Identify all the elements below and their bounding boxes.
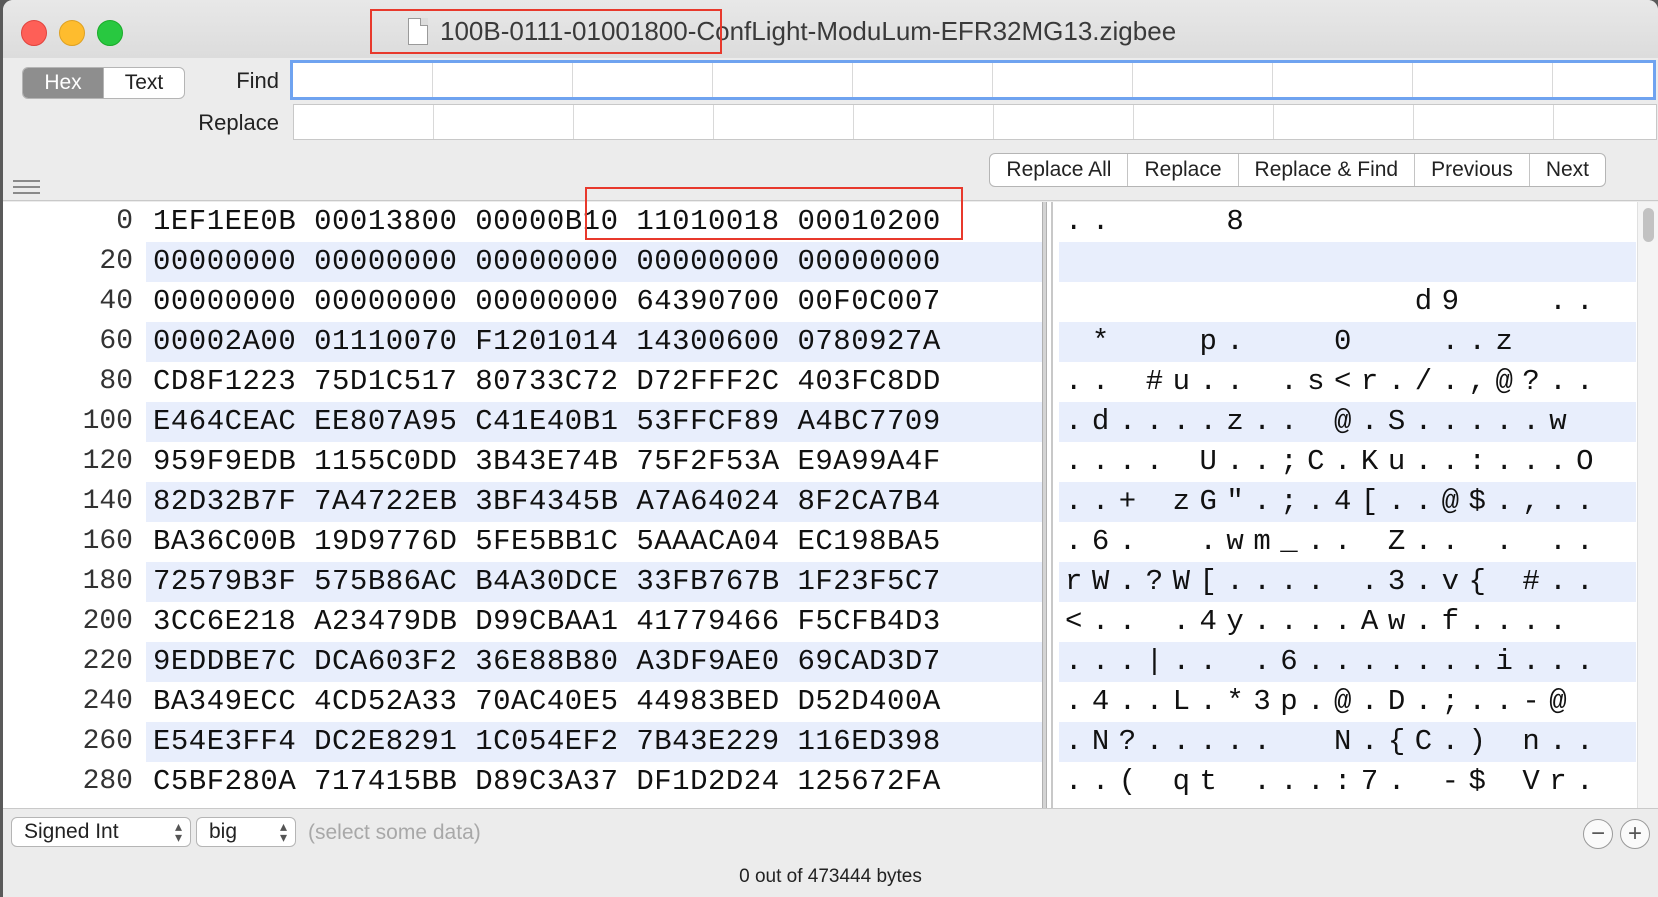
- minus-icon: −: [1590, 820, 1605, 847]
- hex-row[interactable]: 240 BA349ECC 4CD52A33 70AC40E5 44983BED D…: [3, 682, 1658, 722]
- status-bar-text: 0 out of 473444 bytes: [739, 866, 922, 887]
- row-offset: 100: [82, 406, 133, 437]
- row-offset: 140: [82, 486, 133, 517]
- row-offset: 60: [99, 326, 133, 357]
- row-offset: 200: [82, 606, 133, 637]
- row-ascii[interactable]: .N?..... N.{C.) n..: [1065, 722, 1603, 762]
- row-offset: 280: [82, 766, 133, 797]
- hex-row[interactable]: 140 82D32B7F 7A4722EB 3BF4345B A7A64024 8…: [3, 482, 1658, 522]
- hex-row[interactable]: 260 E54E3FF4 DC2E8291 1C054EF2 7B43E229 1…: [3, 722, 1658, 762]
- mode-text-button[interactable]: Text: [103, 68, 184, 98]
- row-hex-bytes[interactable]: 82D32B7F 7A4722EB 3BF4345B A7A64024 8F2C…: [153, 482, 941, 522]
- plus-icon: +: [1627, 820, 1642, 847]
- find-label: Find: [236, 68, 279, 93]
- row-offset: 260: [82, 726, 133, 757]
- hex-view[interactable]: 0 1EF1EE0B 00013800 00000B10 11010018 000…: [3, 202, 1658, 808]
- row-ascii[interactable]: .d....z.. @.S.....w: [1065, 402, 1576, 442]
- zoom-window-button[interactable]: [97, 20, 123, 46]
- row-hex-bytes[interactable]: 00002A00 01110070 F1201014 14300600 0780…: [153, 322, 941, 362]
- row-hex-bytes[interactable]: 72579B3F 575B86AC B4A30DCE 33FB767B 1F23…: [153, 562, 941, 602]
- chevron-updown-icon: ▴ ▾: [174, 818, 182, 845]
- row-ascii[interactable]: ..( qt ...:7. -$ Vr.: [1065, 762, 1603, 802]
- row-hex-bytes[interactable]: CD8F1223 75D1C517 80733C72 D72FFF2C 403F…: [153, 362, 941, 402]
- row-ascii[interactable]: ..+ zG".;.4[..@$.,..: [1065, 482, 1603, 522]
- replace-all-button[interactable]: Replace All: [990, 154, 1127, 186]
- row-offset: 80: [99, 366, 133, 397]
- row-ascii[interactable]: ...|.. .6.......i...: [1065, 642, 1603, 682]
- resize-grip-icon[interactable]: [13, 180, 40, 198]
- row-ascii[interactable]: .4..L.*3p.@.D.;..-@: [1065, 682, 1576, 722]
- column-splitter[interactable]: [1042, 202, 1047, 808]
- hex-row[interactable]: 180 72579B3F 575B86AC B4A30DCE 33FB767B 1…: [3, 562, 1658, 602]
- find-field[interactable]: [290, 60, 1657, 100]
- data-inspector-hint: (select some data): [308, 821, 481, 844]
- row-hex-bytes[interactable]: E54E3FF4 DC2E8291 1C054EF2 7B43E229 116E…: [153, 722, 941, 762]
- row-hex-bytes[interactable]: BA36C00B 19D9776D 5FE5BB1C 5AAACA04 EC19…: [153, 522, 941, 562]
- row-ascii[interactable]: d9 ..: [1065, 282, 1603, 322]
- hex-row[interactable]: 20 00000000 00000000 00000000 00000000 00…: [3, 242, 1658, 282]
- hex-text-mode-toggle[interactable]: Hex Text: [22, 67, 185, 99]
- hex-row[interactable]: 80 CD8F1223 75D1C517 80733C72 D72FFF2C 40…: [3, 362, 1658, 402]
- row-ascii[interactable]: .... U..;C.Ku..:...O: [1065, 442, 1603, 482]
- hex-row[interactable]: 120 959F9EDB 1155C0DD 3B43E74B 75F2F53A E…: [3, 442, 1658, 482]
- hex-row[interactable]: 60 00002A00 01110070 F1201014 14300600 07…: [3, 322, 1658, 362]
- row-hex-bytes[interactable]: C5BF280A 717415BB D89C3A37 DF1D2D24 1256…: [153, 762, 941, 802]
- row-ascii[interactable]: .. 8: [1065, 202, 1253, 242]
- hex-row[interactable]: 220 9EDDBE7C DCA603F2 36E88B80 A3DF9AE0 6…: [3, 642, 1658, 682]
- bytes-highlight-box: [585, 187, 963, 240]
- replace-label: Replace: [198, 110, 279, 135]
- filename-highlight-box: [370, 9, 722, 54]
- find-input[interactable]: [293, 63, 1657, 99]
- row-offset: 220: [82, 646, 133, 677]
- row-hex-bytes[interactable]: E464CEAC EE807A95 C41E40B1 53FFCF89 A4BC…: [153, 402, 941, 442]
- replace-field[interactable]: [293, 104, 1658, 141]
- hex-row[interactable]: 160 BA36C00B 19D9776D 5FE5BB1C 5AAACA04 E…: [3, 522, 1658, 562]
- row-hex-bytes[interactable]: 9EDDBE7C DCA603F2 36E88B80 A3DF9AE0 69CA…: [153, 642, 941, 682]
- hex-fiend-window: 100B-0111-01001800-ConfLight-ModuLum-EFR…: [3, 0, 1658, 897]
- replace-button[interactable]: Replace: [1127, 154, 1237, 186]
- previous-button[interactable]: Previous: [1414, 154, 1529, 186]
- row-ascii[interactable]: .. #u.. .s<r./.,@?..: [1065, 362, 1603, 402]
- close-window-button[interactable]: [21, 20, 47, 46]
- endian-value: big: [209, 820, 238, 843]
- row-ascii[interactable]: .6. .wm_.. Z.. . ..: [1065, 522, 1603, 562]
- row-ascii[interactable]: rW.?W[.... .3.v{ #..: [1065, 562, 1603, 602]
- row-offset: 120: [82, 446, 133, 477]
- endian-select[interactable]: big ▴ ▾: [196, 817, 296, 847]
- replace-and-find-button[interactable]: Replace & Find: [1237, 154, 1415, 186]
- hex-row[interactable]: 100 E464CEAC EE807A95 C41E40B1 53FFCF89 A…: [3, 402, 1658, 442]
- row-offset: 160: [82, 526, 133, 557]
- title-bar: 100B-0111-01001800-ConfLight-ModuLum-EFR…: [3, 0, 1658, 58]
- hex-row[interactable]: 280 C5BF280A 717415BB D89C3A37 DF1D2D24 1…: [3, 762, 1658, 802]
- row-offset: 180: [82, 566, 133, 597]
- add-inspector-button[interactable]: +: [1620, 819, 1650, 849]
- bottom-bar: Signed Int ▴ ▾ big ▴ ▾ (select some data) …: [3, 808, 1658, 897]
- minimize-window-button[interactable]: [59, 20, 85, 46]
- mode-hex-button[interactable]: Hex: [23, 68, 103, 98]
- row-hex-bytes[interactable]: 00000000 00000000 00000000 64390700 00F0…: [153, 282, 941, 322]
- find-replace-buttons: Replace All Replace Replace & Find Previ…: [989, 153, 1606, 187]
- data-type-value: Signed Int: [24, 820, 119, 843]
- row-offset: 0: [116, 206, 133, 237]
- remove-inspector-button[interactable]: −: [1583, 819, 1613, 849]
- row-offset: 240: [82, 686, 133, 717]
- column-divider: [1051, 202, 1053, 808]
- row-hex-bytes[interactable]: 959F9EDB 1155C0DD 3B43E74B 75F2F53A E9A9…: [153, 442, 941, 482]
- next-button[interactable]: Next: [1528, 154, 1605, 186]
- scrollbar-thumb[interactable]: [1643, 208, 1654, 242]
- row-ascii[interactable]: * p. 0 ..z: [1065, 322, 1522, 362]
- row-offset: 20: [99, 246, 133, 277]
- ascii-row-bg: [1059, 242, 1636, 282]
- row-ascii[interactable]: <.. .4y....Aw.f....: [1065, 602, 1576, 642]
- hex-row[interactable]: 40 00000000 00000000 00000000 64390700 00…: [3, 282, 1658, 322]
- row-hex-bytes[interactable]: BA349ECC 4CD52A33 70AC40E5 44983BED D52D…: [153, 682, 941, 722]
- data-type-select[interactable]: Signed Int ▴ ▾: [11, 817, 191, 847]
- replace-input[interactable]: [294, 105, 1658, 141]
- row-offset: 40: [99, 286, 133, 317]
- row-hex-bytes[interactable]: 3CC6E218 A23479DB D99CBAA1 41779466 F5CF…: [153, 602, 941, 642]
- hex-row[interactable]: 200 3CC6E218 A23479DB D99CBAA1 41779466 F…: [3, 602, 1658, 642]
- row-hex-bytes[interactable]: 00000000 00000000 00000000 00000000 0000…: [153, 242, 941, 282]
- chevron-updown-icon: ▴ ▾: [279, 818, 287, 845]
- vertical-scrollbar[interactable]: [1637, 202, 1658, 808]
